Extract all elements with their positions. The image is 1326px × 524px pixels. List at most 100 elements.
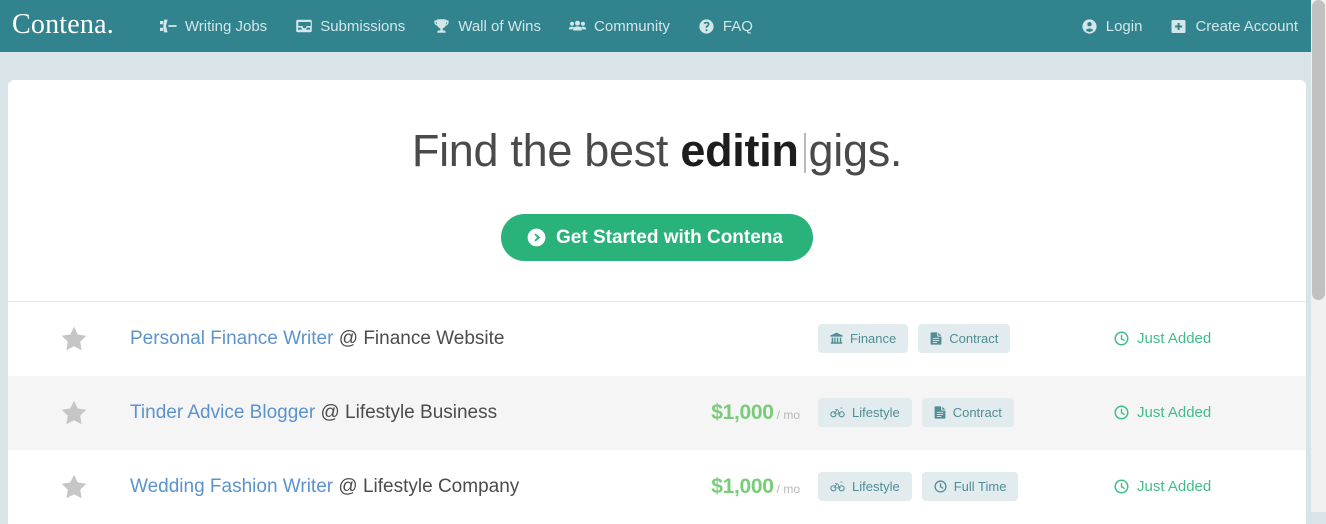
primary-nav: Writing Jobs Submissions Wall of Wins Co… (146, 10, 767, 43)
job-status-label: Just Added (1137, 330, 1212, 347)
at-separator: @ (338, 327, 359, 349)
main-content-card: Find the best editin gigs. Get Started wi… (8, 80, 1306, 524)
nav-item-label: FAQ (722, 17, 753, 35)
top-navbar: Contena. Writing Jobs Submissions Wall o… (0, 0, 1326, 52)
clock-icon (934, 480, 947, 493)
trophy-icon (433, 18, 450, 34)
job-price-cell (668, 327, 818, 351)
job-title-cell: Wedding Fashion Writer @ Lifestyle Compa… (130, 476, 668, 498)
job-title-cell: Tinder Advice Blogger @ Lifestyle Busine… (130, 402, 668, 424)
job-tags-cell: Lifestyle Contract (818, 398, 1098, 427)
job-status-label: Just Added (1137, 478, 1212, 495)
job-title-cell: Personal Finance Writer @ Finance Websit… (130, 328, 668, 350)
tag-label: Full Time (953, 479, 1007, 494)
nav-item-label: Wall of Wins (458, 17, 542, 35)
nav-item-label: Create Account (1195, 17, 1298, 35)
typing-caret (803, 133, 806, 173)
page-scrollbar-thumb[interactable] (1312, 0, 1325, 300)
job-company-name: Finance Website (363, 327, 505, 349)
get-started-button-label: Get Started with Contena (556, 226, 783, 248)
bicycle-icon (830, 481, 845, 492)
tag-label: Finance (850, 331, 897, 346)
clock-icon (1114, 479, 1129, 494)
nav-item-label: Login (1105, 17, 1143, 35)
nav-item-wall-of-wins[interactable]: Wall of Wins (419, 10, 555, 43)
plus-square-icon (1170, 19, 1187, 34)
clock-icon (1114, 331, 1129, 346)
favorite-star-button[interactable] (18, 326, 130, 351)
job-status-cell: Just Added (1098, 478, 1288, 495)
cta-container: Get Started with Contena (8, 213, 1306, 301)
users-icon (569, 19, 587, 34)
tag-lifestyle[interactable]: Lifestyle (818, 472, 912, 501)
job-company: @ Finance Website (339, 328, 505, 349)
jet-icon (159, 19, 177, 34)
job-tags-cell: Finance Contract (818, 324, 1098, 353)
arrow-circle-right-icon (527, 228, 546, 247)
tag-full-time[interactable]: Full Time (921, 472, 1019, 501)
nav-item-community[interactable]: Community (555, 10, 684, 43)
tag-label: Lifestyle (852, 479, 900, 494)
tag-contract[interactable]: Contract (918, 324, 1011, 353)
job-price-cell: $1,000/ mo (668, 401, 818, 425)
headline-prefix: Find the best (411, 125, 669, 176)
job-company-name: Lifestyle Business (345, 401, 498, 423)
favorite-star-button[interactable] (18, 474, 130, 499)
clock-icon (1114, 405, 1129, 420)
tag-contract[interactable]: Contract (921, 398, 1014, 427)
nav-item-login[interactable]: Login (1067, 10, 1157, 43)
job-company: @ Lifestyle Company (338, 476, 519, 497)
job-status-cell: Just Added (1098, 330, 1288, 347)
job-price-amount: $1,000 (711, 474, 774, 498)
job-price-unit: / mo (776, 481, 800, 496)
at-separator: @ (338, 475, 358, 497)
page-scrollbar-track[interactable] (1311, 0, 1326, 512)
job-company-name: Lifestyle Company (362, 475, 520, 497)
job-company: @ Lifestyle Business (320, 402, 497, 423)
job-title-link[interactable]: Personal Finance Writer (130, 328, 333, 349)
table-row[interactable]: Wedding Fashion Writer @ Lifestyle Compa… (8, 449, 1306, 524)
table-row[interactable]: Personal Finance Writer @ Finance Websit… (8, 301, 1306, 376)
nav-item-submissions[interactable]: Submissions (281, 10, 419, 43)
nav-item-label: Submissions (320, 17, 406, 35)
job-status-label: Just Added (1137, 404, 1212, 421)
question-circle-icon (698, 18, 715, 34)
tag-label: Contract (952, 405, 1002, 420)
tag-lifestyle[interactable]: Lifestyle (818, 398, 912, 427)
job-listings: Personal Finance Writer @ Finance Websit… (8, 300, 1306, 524)
hero-section: Find the best editin gigs. Get Started wi… (8, 80, 1306, 301)
job-price-unit: / mo (776, 407, 800, 422)
inbox-icon (295, 19, 312, 34)
job-status-cell: Just Added (1098, 404, 1288, 421)
bicycle-icon (830, 407, 845, 418)
tag-finance[interactable]: Finance (818, 324, 909, 353)
nav-item-writing-jobs[interactable]: Writing Jobs (146, 10, 281, 43)
tag-label: Contract (949, 331, 999, 346)
favorite-star-button[interactable] (18, 400, 130, 425)
star-icon (61, 400, 87, 425)
table-row[interactable]: Tinder Advice Blogger @ Lifestyle Busine… (8, 375, 1306, 450)
page-title: Find the best editin gigs. (8, 126, 1306, 176)
get-started-button[interactable]: Get Started with Contena (501, 213, 813, 261)
bank-icon (830, 332, 843, 345)
job-price-cell: $1,000/ mo (668, 475, 818, 499)
headline-typed-keyword: editin (680, 125, 799, 176)
file-text-icon (934, 406, 946, 419)
job-title-link[interactable]: Tinder Advice Blogger (130, 402, 315, 423)
headline-suffix: gigs. (808, 125, 903, 176)
star-icon (61, 326, 87, 351)
job-price-amount: $1,000 (711, 400, 774, 424)
nav-item-faq[interactable]: FAQ (684, 10, 767, 43)
star-icon (61, 474, 87, 499)
job-title-link[interactable]: Wedding Fashion Writer (130, 476, 333, 497)
brand-logo[interactable]: Contena. (12, 10, 114, 42)
nav-item-label: Writing Jobs (184, 17, 268, 35)
tag-label: Lifestyle (852, 405, 900, 420)
file-text-icon (930, 332, 942, 345)
account-nav: Login Create Account (1067, 10, 1312, 43)
user-circle-icon (1081, 18, 1098, 34)
at-separator: @ (320, 401, 340, 423)
nav-item-create-account[interactable]: Create Account (1156, 10, 1312, 43)
job-tags-cell: Lifestyle Full Time (818, 472, 1098, 501)
nav-item-label: Community (594, 17, 670, 35)
